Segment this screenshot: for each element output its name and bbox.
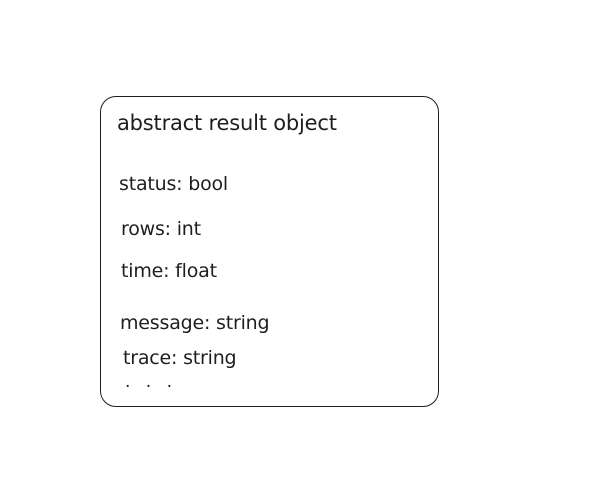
field-time: time: float xyxy=(121,260,217,282)
field-rows: rows: int xyxy=(121,218,201,240)
card-title: abstract result object xyxy=(117,111,337,135)
field-trace: trace: string xyxy=(123,347,237,369)
more-fields-ellipsis: . . . xyxy=(125,372,178,392)
field-message: message: string xyxy=(120,312,270,334)
result-object-card: abstract result object status: bool rows… xyxy=(100,96,439,407)
field-status: status: bool xyxy=(119,173,229,195)
